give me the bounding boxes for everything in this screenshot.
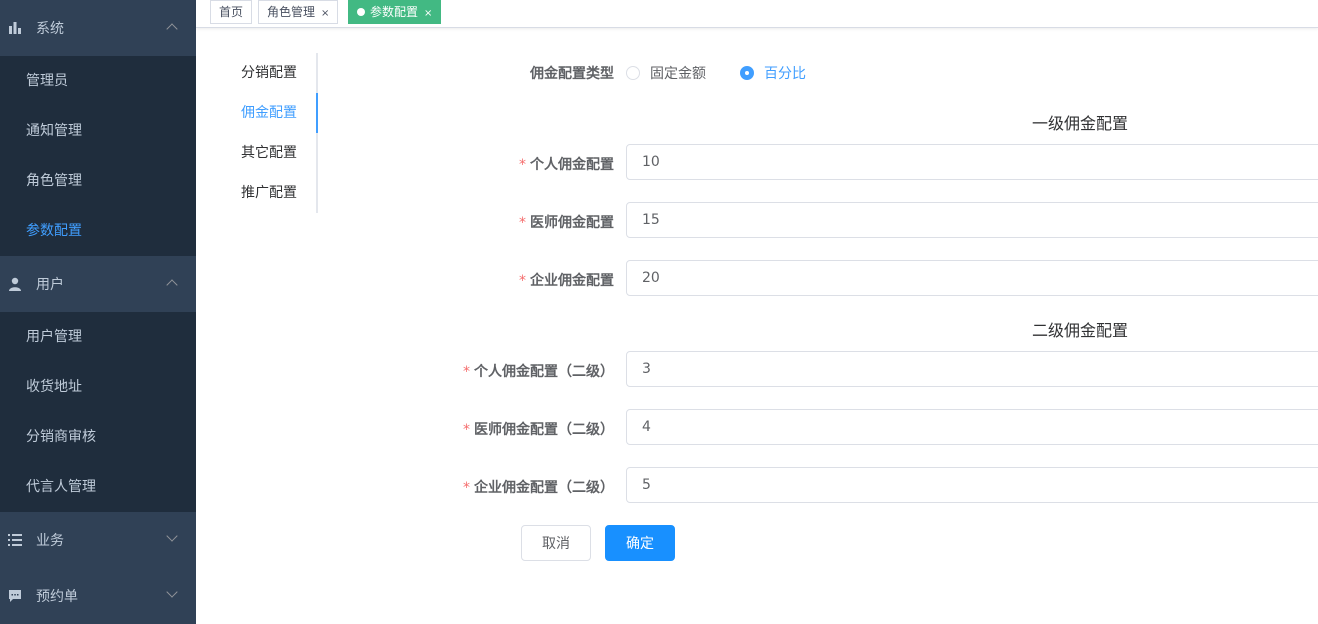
submenu-system: 管理员 通知管理 角色管理 参数配置 [0,56,196,256]
field-label-text: 企业佣金配置（二级） [474,480,614,496]
tab-other[interactable]: 其它配置 [230,133,316,173]
chevron-up-icon [166,279,178,291]
required-mark: * [463,480,470,496]
config-tabs: 分销配置 佣金配置 其它配置 推广配置 [230,53,318,213]
field-label-text: 企业佣金配置 [530,273,614,289]
chat-icon [8,589,22,603]
doctor-commission-level2-input[interactable] [626,409,1318,445]
menu-group-business[interactable]: 业务 [0,512,196,568]
chevron-down-icon [166,586,178,598]
menu-group-title: 预约单 [36,589,78,605]
enterprise-commission-level2-input[interactable] [626,467,1318,503]
doctor-commission-input[interactable] [626,202,1318,238]
close-icon[interactable]: × [424,8,432,19]
required-mark: * [519,157,526,173]
active-tab-indicator [316,93,318,133]
user-icon [8,277,22,291]
menu-group-user[interactable]: 用户 [0,256,196,312]
chevron-up-icon [166,23,178,35]
tags-view-bar: 首页 角色管理 × 参数配置 × [196,0,1318,28]
submenu-user: 用户管理 收货地址 分销商审核 代言人管理 [0,312,196,512]
tag-home[interactable]: 首页 [210,0,253,24]
radio-circle [740,66,754,80]
tab-promotion[interactable]: 推广配置 [230,173,316,213]
field-label: * 企业佣金配置（二级） [400,477,614,497]
radio-fixed-amount[interactable]: 固定金额 [626,63,706,83]
personal-commission-level2-input[interactable] [626,351,1318,387]
field-label-text: 医师佣金配置（二级） [474,422,614,438]
field-label: * 个人佣金配置 [400,154,614,174]
menu-group-title: 业务 [36,533,64,549]
field-label-text: 个人佣金配置 [530,157,614,173]
menu-group-appointment[interactable]: 预约单 [0,568,196,624]
required-mark: * [463,364,470,380]
sidebar-item-notice[interactable]: 通知管理 [0,106,196,156]
radio-label: 固定金额 [650,66,706,82]
radio-circle [626,66,640,80]
field-label: * 医师佣金配置（二级） [400,419,614,439]
sidebar: 系统 管理员 通知管理 角色管理 参数配置 用户 用户管理 收货地址 分销商审核… [0,0,196,624]
active-dot-icon [357,8,365,16]
confirm-button[interactable]: 确定 [605,525,675,561]
field-label: * 个人佣金配置（二级） [400,361,614,381]
commission-type-label: 佣金配置类型 [530,66,614,82]
sidebar-item-address[interactable]: 收货地址 [0,362,196,412]
radio-label: 百分比 [764,66,806,82]
tag-label: 首页 [219,5,244,19]
level2-title: 二级佣金配置 [1032,321,1129,340]
field-label: * 医师佣金配置 [400,212,614,232]
menu-group-system[interactable]: 系统 [0,0,196,56]
menu-group-title: 系统 [36,21,64,37]
field-label-text: 医师佣金配置 [530,215,614,231]
enterprise-commission-input[interactable] [626,260,1318,296]
personal-commission-input[interactable] [626,144,1318,180]
cancel-button[interactable]: 取消 [521,525,591,561]
tab-distribution[interactable]: 分销配置 [230,53,316,93]
close-icon[interactable]: × [321,8,329,19]
bar-chart-icon [8,21,22,35]
sidebar-item-spokesperson[interactable]: 代言人管理 [0,462,196,512]
field-label-text: 个人佣金配置（二级） [474,364,614,380]
required-mark: * [463,422,470,438]
level1-title: 一级佣金配置 [1032,114,1129,133]
sidebar-item-user-manage[interactable]: 用户管理 [0,312,196,362]
sidebar-item-role[interactable]: 角色管理 [0,156,196,206]
radio-percentage[interactable]: 百分比 [740,63,806,83]
tag-label: 参数配置 [370,5,419,19]
list-icon [8,533,22,547]
tab-commission[interactable]: 佣金配置 [230,93,316,133]
required-mark: * [519,273,526,289]
sidebar-item-admin[interactable]: 管理员 [0,56,196,106]
menu-group-title: 用户 [36,277,64,293]
tag-label: 角色管理 [267,5,316,19]
required-mark: * [519,215,526,231]
tag-role-manage[interactable]: 角色管理 × [258,0,339,24]
sidebar-item-params[interactable]: 参数配置 [0,206,196,256]
field-label: * 企业佣金配置 [400,270,614,290]
sidebar-item-distributor-review[interactable]: 分销商审核 [0,412,196,462]
chevron-down-icon [166,530,178,542]
tag-params-config[interactable]: 参数配置 × [348,0,442,24]
